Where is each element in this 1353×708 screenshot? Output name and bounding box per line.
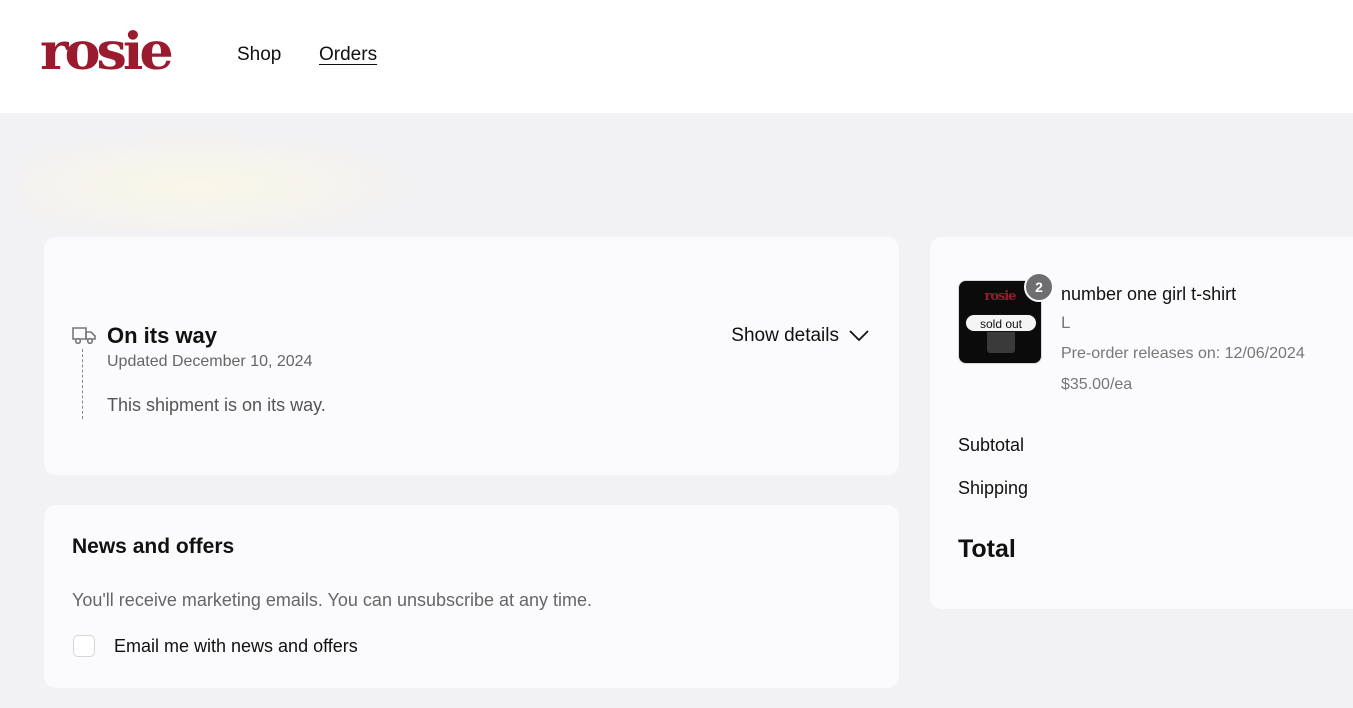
sold-out-badge: sold out [965, 314, 1037, 332]
product-variant: L [1061, 313, 1071, 332]
news-offers-card: News and offers You'll receive marketing… [44, 505, 899, 688]
chevron-down-icon [849, 330, 869, 342]
timeline-line [82, 349, 83, 419]
shipping-label: Shipping [958, 478, 1029, 498]
nav-shop-link[interactable]: Shop [237, 44, 281, 66]
email-offers-label[interactable]: Email me with news and offers [114, 636, 358, 657]
site-header: rosie Shop Orders [0, 0, 1353, 113]
quantity-badge: 2 [1024, 272, 1054, 302]
shipment-status-title: On its way [107, 323, 218, 348]
order-summary-card: rosie sold out 2 number one girl t-shirt… [930, 237, 1353, 609]
shipment-updated-date: Updated December 10, 2024 [107, 353, 313, 370]
show-details-label: Show details [731, 325, 839, 346]
product-name: number one girl t-shirt [1061, 284, 1237, 304]
nav-orders-link[interactable]: Orders [319, 44, 377, 66]
news-title: News and offers [72, 535, 235, 558]
subtotal-label: Subtotal [958, 435, 1025, 455]
shipment-status-card: On its way Updated December 10, 2024 Thi… [44, 237, 899, 475]
truck-icon [72, 327, 96, 345]
shipment-description: This shipment is on its way. [107, 395, 326, 415]
rosie-logo[interactable]: rosie [40, 25, 174, 76]
product-price: $35.00/ea [1061, 376, 1133, 393]
show-details-button[interactable]: Show details [731, 325, 869, 347]
email-offers-checkbox[interactable] [73, 635, 95, 657]
news-description: You'll receive marketing emails. You can… [72, 590, 593, 610]
blurred-region [20, 120, 460, 230]
product-preorder-date: Pre-order releases on: 12/06/2024 [1061, 345, 1305, 362]
total-label: Total [958, 535, 1016, 563]
